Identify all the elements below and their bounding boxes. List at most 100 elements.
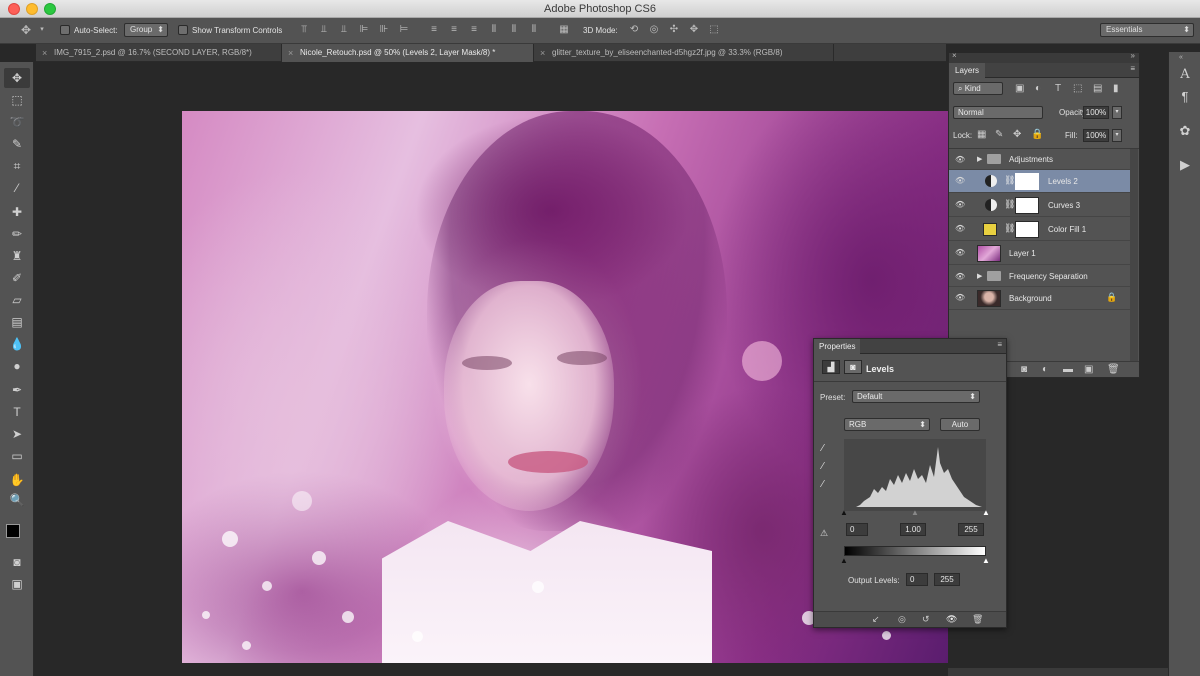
input-gamma-field[interactable]: 1.00: [900, 523, 926, 536]
3d-slide-icon[interactable]: ✥: [688, 24, 700, 36]
distribute-left-icon[interactable]: ⦀: [488, 24, 500, 36]
history-brush-tool-icon[interactable]: ✐: [4, 268, 30, 288]
brush-tool-icon[interactable]: ✏: [4, 224, 30, 244]
visibility-eye-icon[interactable]: 👁: [955, 200, 965, 210]
lock-position-icon[interactable]: ✥: [1013, 129, 1021, 140]
foreground-color-swatch[interactable]: [6, 524, 20, 538]
eraser-tool-icon[interactable]: ▱: [4, 290, 30, 310]
3d-drag-icon[interactable]: ✣: [668, 24, 680, 36]
distribute-top-icon[interactable]: ≡: [428, 24, 440, 36]
chain-link-icon[interactable]: ⛓: [1004, 223, 1015, 234]
fill-slider-arrow-icon[interactable]: ▾: [1112, 129, 1122, 142]
visibility-eye-icon[interactable]: 👁: [955, 176, 965, 186]
layer-row-color-fill-1[interactable]: 👁 ⛓ Color Fill 1: [949, 218, 1130, 241]
layer-row-layer-1[interactable]: 👁 Layer 1: [949, 242, 1130, 265]
blend-mode-dropdown[interactable]: Normal: [953, 106, 1043, 119]
visibility-eye-icon[interactable]: 👁: [955, 155, 965, 165]
filter-smart-object-icon[interactable]: ▤: [1093, 83, 1102, 94]
tool-preset-chevron-icon[interactable]: ▾: [36, 24, 48, 36]
type-tool-icon[interactable]: T: [4, 402, 30, 422]
filter-type-icon[interactable]: T: [1055, 83, 1061, 94]
crop-tool-icon[interactable]: ⌗: [4, 156, 30, 176]
auto-select-dropdown[interactable]: Group ⬍: [124, 23, 168, 37]
close-tab-icon[interactable]: ×: [540, 44, 545, 62]
tab-properties[interactable]: Properties: [814, 339, 861, 354]
layer-filter-kind-dropdown[interactable]: ⌕ Kind: [953, 82, 1003, 95]
tool-presets-icon[interactable]: ✿: [1176, 122, 1194, 140]
tab-glitter-texture[interactable]: × glitter_texture_by_eliseenchanted-d5hg…: [534, 44, 834, 62]
eyedropper-tool-icon[interactable]: ⁄: [4, 178, 30, 198]
lock-pixels-icon[interactable]: ✎: [995, 129, 1003, 140]
black-point-eyedropper-icon[interactable]: ⁄: [822, 443, 824, 454]
align-top-icon[interactable]: ⫪: [298, 24, 310, 36]
filter-toggle-icon[interactable]: ▮: [1113, 83, 1119, 94]
output-black-field[interactable]: 0: [906, 573, 928, 586]
white-output-slider-icon[interactable]: ▲: [982, 556, 990, 565]
layer-row-curves-3[interactable]: 👁 ⛓ Curves 3: [949, 194, 1130, 217]
new-group-icon[interactable]: ▬: [1063, 364, 1073, 375]
quick-mask-icon[interactable]: ◙: [4, 552, 30, 572]
distribute-vcenter-icon[interactable]: ≡: [448, 24, 460, 36]
reset-icon[interactable]: ↺: [922, 614, 930, 625]
distribute-right-icon[interactable]: ⦀: [528, 24, 540, 36]
layer-row-background[interactable]: 👁 Background 🔒: [949, 287, 1130, 310]
path-selection-tool-icon[interactable]: ➤: [4, 424, 30, 444]
expand-triangle-icon[interactable]: ▶: [977, 272, 982, 280]
fill-field[interactable]: 100%: [1083, 129, 1109, 142]
align-left-icon[interactable]: ⊫: [358, 24, 370, 36]
opacity-field[interactable]: 100%: [1083, 106, 1109, 119]
gamma-input-slider-icon[interactable]: ▲: [911, 508, 919, 517]
expand-panels-icon[interactable]: «: [1179, 54, 1183, 61]
opacity-slider-arrow-icon[interactable]: ▾: [1112, 106, 1122, 119]
white-input-slider-icon[interactable]: ▲: [982, 508, 990, 517]
delete-icon[interactable]: 🗑: [972, 614, 983, 625]
rectangle-tool-icon[interactable]: ▭: [4, 446, 30, 466]
chain-link-icon[interactable]: ⛓: [1004, 199, 1015, 210]
paragraph-panel-icon[interactable]: ¶: [1176, 88, 1194, 106]
gray-point-eyedropper-icon[interactable]: ⁄: [822, 461, 824, 472]
tab-nicole-retouch[interactable]: × Nicole_Retouch.psd @ 50% (Levels 2, La…: [282, 44, 534, 62]
panel-grip[interactable]: × »: [949, 51, 1139, 63]
fill-color-swatch[interactable]: [983, 223, 997, 236]
show-transform-checkbox[interactable]: [178, 25, 188, 35]
close-tab-icon[interactable]: ×: [288, 44, 293, 62]
blur-tool-icon[interactable]: 💧: [4, 334, 30, 354]
screen-mode-icon[interactable]: ▣: [4, 574, 30, 594]
clipping-warning-icon[interactable]: ⚠: [820, 528, 828, 539]
visibility-eye-icon[interactable]: 👁: [955, 224, 965, 234]
collapse-panel-icon[interactable]: »: [1131, 51, 1135, 60]
input-white-field[interactable]: 255: [958, 523, 984, 536]
clone-stamp-tool-icon[interactable]: ♜: [4, 246, 30, 266]
3d-scale-icon[interactable]: ⬚: [708, 24, 720, 36]
distribute-hcenter-icon[interactable]: ⦀: [508, 24, 520, 36]
layer-mask-thumbnail[interactable]: [1015, 221, 1039, 238]
gradient-tool-icon[interactable]: ▤: [4, 312, 30, 332]
character-panel-icon[interactable]: A: [1176, 66, 1194, 84]
add-layer-mask-icon[interactable]: ◙: [1021, 364, 1027, 375]
expand-triangle-icon[interactable]: ▶: [977, 155, 982, 163]
layer-thumbnail[interactable]: [977, 245, 1001, 262]
black-output-slider-icon[interactable]: ▲: [840, 556, 848, 565]
dodge-tool-icon[interactable]: ●: [4, 356, 30, 376]
layer-mask-thumbnail[interactable]: [1015, 197, 1039, 214]
chain-link-icon[interactable]: ⛓: [1004, 175, 1015, 186]
3d-rotate-icon[interactable]: ⟲: [628, 24, 640, 36]
clip-to-layer-icon[interactable]: ↙: [872, 614, 880, 625]
visibility-eye-icon[interactable]: 👁: [955, 293, 965, 303]
visibility-eye-icon[interactable]: 👁: [955, 272, 965, 282]
marquee-tool-icon[interactable]: ⬚: [4, 90, 30, 110]
adjustment-layer-icon[interactable]: ◐: [1042, 364, 1048, 375]
layer-mask-thumbnail[interactable]: [1015, 173, 1039, 190]
white-point-eyedropper-icon[interactable]: ⁄: [822, 479, 824, 490]
properties-panel-header[interactable]: Properties ≡: [814, 339, 1006, 354]
view-previous-state-icon[interactable]: ◎: [898, 614, 906, 625]
lock-transparent-icon[interactable]: ▦: [977, 129, 986, 140]
auto-align-icon[interactable]: ▦: [558, 24, 570, 36]
mask-icon[interactable]: ◙: [844, 360, 862, 374]
close-panel-icon[interactable]: ×: [952, 51, 957, 60]
histogram-icon[interactable]: ▟: [822, 360, 840, 374]
workspace-dropdown[interactable]: Essentials ⬍: [1100, 23, 1194, 37]
close-tab-icon[interactable]: ×: [42, 44, 47, 62]
move-tool-icon[interactable]: ✥: [4, 68, 30, 88]
align-bottom-icon[interactable]: ⫫: [338, 24, 350, 36]
